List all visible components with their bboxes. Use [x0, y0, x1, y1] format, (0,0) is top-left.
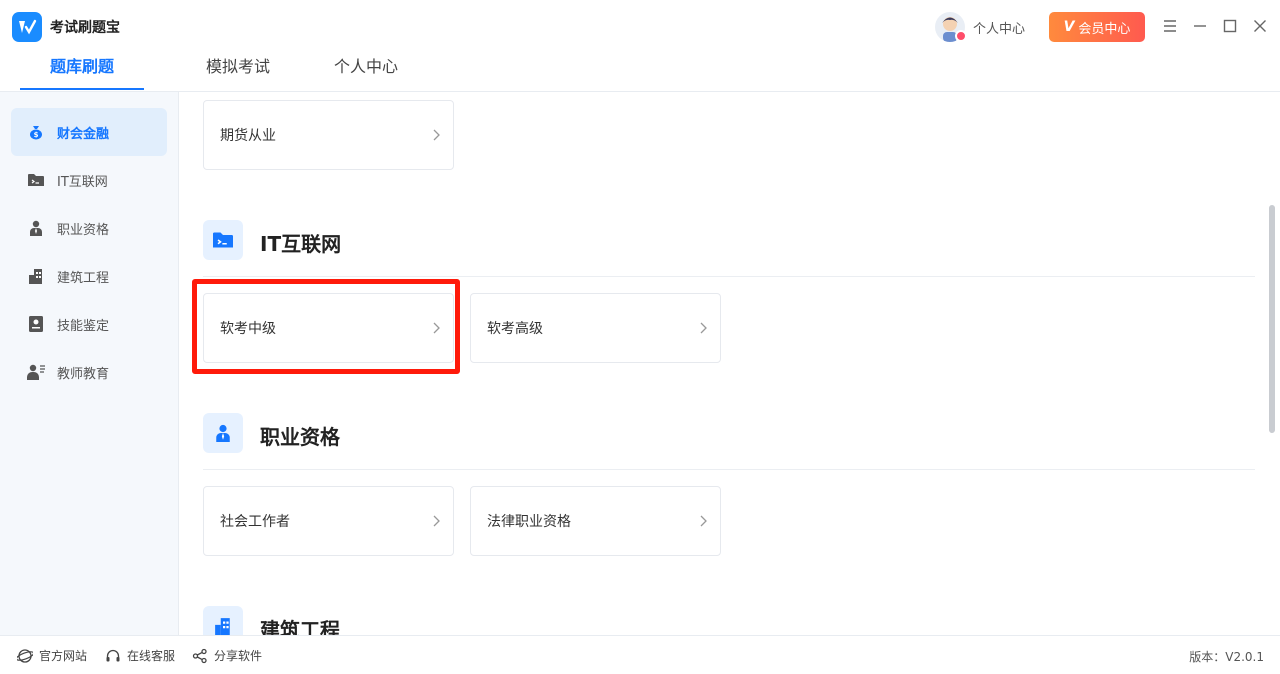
highlight-box [192, 279, 460, 374]
svg-text:$: $ [34, 131, 39, 139]
section-it-icon [203, 220, 243, 260]
vip-v-icon: V [1063, 19, 1075, 35]
sidebar-item-label: 技能鉴定 [57, 318, 110, 334]
sidebar-item-finance[interactable]: $ 财会金融 [11, 108, 167, 156]
certificate-icon [27, 315, 45, 333]
money-bag-icon: $ [27, 123, 45, 141]
chevron-right-icon [433, 129, 440, 141]
sidebar-item-label: 职业资格 [57, 222, 110, 238]
footer-link-label: 分享软件 [214, 649, 263, 663]
minimize-icon[interactable] [1188, 14, 1212, 38]
card-label: 法律职业资格 [487, 514, 571, 530]
section-title-vocational: 职业资格 [260, 425, 340, 449]
footer-link-label: 在线客服 [127, 649, 176, 663]
vip-center-label: 会员中心 [1078, 21, 1131, 37]
section-divider [203, 276, 1255, 277]
tab-question-bank[interactable]: 题库刷题 [20, 48, 144, 92]
sidebar-item-skills[interactable]: 技能鉴定 [11, 300, 167, 348]
card-social-worker[interactable]: 社会工作者 [203, 486, 454, 556]
category-sidebar: $ 财会金融 IT互联网 职业资格 建筑工程 技能鉴定 教师教育 [0, 92, 179, 635]
title-bar: 考试刷题宝 个人中心 V 会员中心 题库刷题 模拟考试 个人中心 [0, 0, 1280, 92]
teacher-icon [27, 363, 45, 381]
building-icon [215, 618, 230, 635]
main-content: 期货从业 IT互联网 软考中级 软考高级 职业资格 社会工作者 法律职业资格 建… [179, 92, 1280, 635]
app-title: 考试刷题宝 [50, 20, 120, 36]
footer-link-label: 官方网站 [39, 649, 88, 663]
card-label: 期货从业 [220, 128, 276, 144]
tab-personal-center[interactable]: 个人中心 [304, 48, 428, 92]
app-logo-icon [12, 12, 42, 42]
card-label: 社会工作者 [220, 514, 290, 530]
sidebar-item-teacher[interactable]: 教师教育 [11, 348, 167, 396]
terminal-folder-icon [213, 232, 233, 248]
headset-icon [106, 649, 120, 661]
card-soft-exam-advanced[interactable]: 软考高级 [470, 293, 721, 363]
close-icon[interactable] [1248, 14, 1272, 38]
section-title-construction: 建筑工程 [260, 618, 340, 635]
official-website-link[interactable]: 官方网站 [17, 647, 87, 664]
maximize-icon[interactable] [1218, 14, 1242, 38]
share-icon [192, 648, 207, 663]
sidebar-item-label: 财会金融 [57, 126, 110, 142]
card-legal-qualification[interactable]: 法律职业资格 [470, 486, 721, 556]
section-construction-icon [203, 606, 243, 635]
section-vocational-icon [203, 413, 243, 453]
card-futures[interactable]: 期货从业 [203, 100, 454, 170]
section-title-it: IT互联网 [260, 232, 342, 256]
section-divider [203, 469, 1255, 470]
person-tie-icon [216, 424, 230, 442]
sidebar-item-it[interactable]: IT互联网 [11, 156, 167, 204]
vip-badge-icon [955, 30, 967, 42]
footer: 官方网站 在线客服 分享软件 版本：V2.0.1 [0, 635, 1280, 674]
menu-icon[interactable] [1158, 14, 1182, 38]
sidebar-item-label: 建筑工程 [57, 270, 110, 286]
vip-center-button[interactable]: V 会员中心 [1049, 12, 1145, 42]
building-icon [27, 267, 45, 285]
main-tabs: 题库刷题 模拟考试 个人中心 [20, 48, 458, 92]
chevron-right-icon [700, 322, 707, 334]
chevron-right-icon [433, 515, 440, 527]
sidebar-item-vocational[interactable]: 职业资格 [11, 204, 167, 252]
version-label: 版本：V2.0.1 [1189, 650, 1264, 664]
sidebar-item-construction[interactable]: 建筑工程 [11, 252, 167, 300]
online-support-link[interactable]: 在线客服 [105, 647, 175, 664]
share-software-link[interactable]: 分享软件 [192, 647, 262, 664]
sidebar-item-label: 教师教育 [57, 366, 110, 382]
user-center-link[interactable]: 个人中心 [973, 18, 1025, 37]
scrollbar[interactable] [1269, 205, 1275, 433]
card-label: 软考高级 [487, 321, 543, 337]
globe-icon [17, 648, 33, 663]
person-tie-icon [27, 219, 45, 237]
tab-mock-exam[interactable]: 模拟考试 [174, 48, 302, 92]
sidebar-item-label: IT互联网 [57, 174, 108, 190]
chevron-right-icon [700, 515, 707, 527]
terminal-folder-icon [27, 171, 45, 189]
